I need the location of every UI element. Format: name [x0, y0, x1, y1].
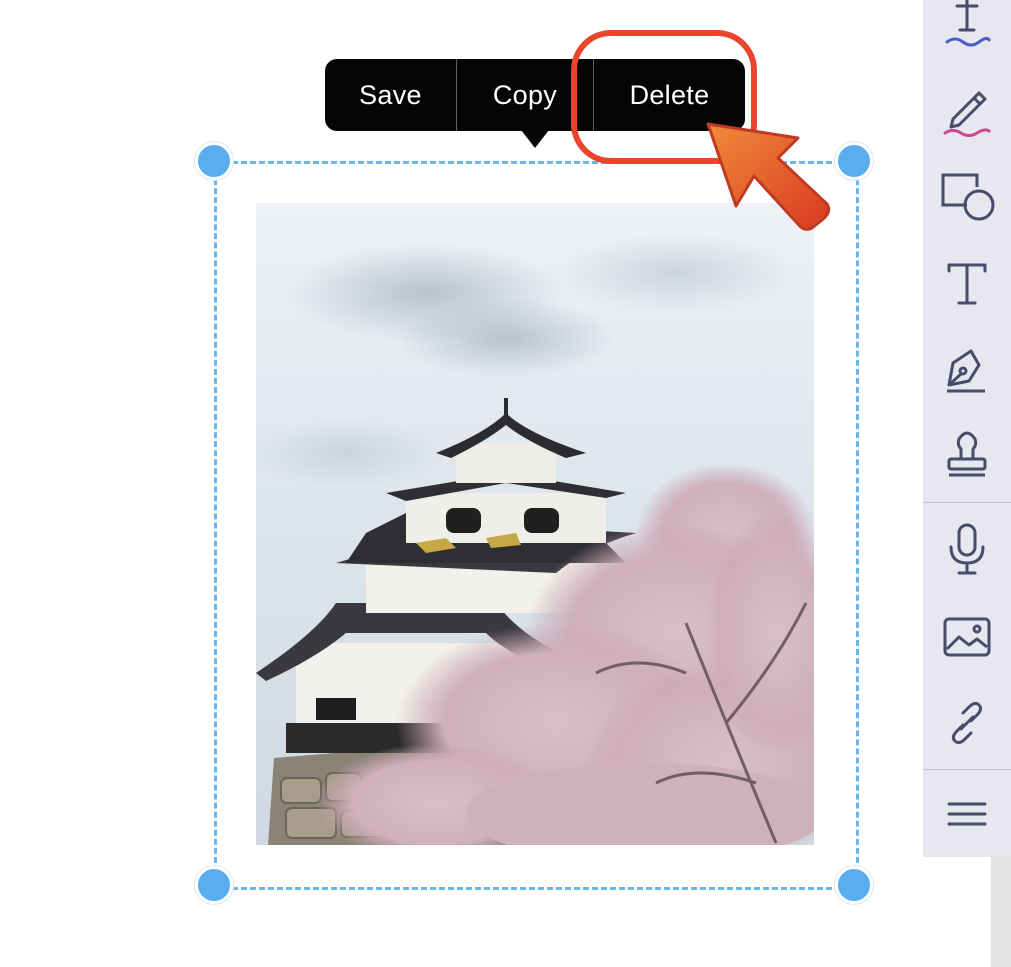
shapes-tool[interactable]	[923, 152, 1011, 238]
audio-tool[interactable]	[923, 506, 1011, 592]
hamburger-icon	[947, 802, 987, 826]
resize-handle-bottom-left[interactable]	[195, 866, 233, 904]
text-tool[interactable]	[923, 240, 1011, 326]
pencil-icon	[943, 91, 991, 137]
image-icon	[943, 617, 991, 657]
signature-pen-icon	[947, 349, 985, 393]
toolbar-divider	[923, 502, 1011, 503]
text-icon	[947, 263, 987, 305]
signature-tool[interactable]	[923, 326, 1011, 412]
context-menu-pointer	[521, 130, 549, 148]
stamp-tool[interactable]	[923, 414, 1011, 500]
toolbar-divider	[923, 769, 1011, 770]
save-button[interactable]: Save	[325, 59, 456, 131]
selected-image[interactable]	[256, 203, 814, 845]
link-tool[interactable]	[923, 680, 1011, 766]
pen-tool[interactable]	[923, 66, 1011, 152]
menu-button[interactable]	[923, 771, 1011, 857]
resize-handle-top-right[interactable]	[835, 142, 873, 180]
shapes-icon	[941, 173, 995, 221]
resize-handle-bottom-right[interactable]	[835, 866, 873, 904]
scrollbar[interactable]	[991, 857, 1011, 967]
text-underline-icon	[945, 0, 991, 47]
microphone-icon	[949, 523, 985, 575]
resize-handle-top-left[interactable]	[195, 142, 233, 180]
text-highlight-tool[interactable]	[923, 0, 1011, 56]
image-tool[interactable]	[923, 594, 1011, 680]
link-icon	[951, 701, 983, 745]
pointer-arrow-icon	[706, 122, 831, 231]
annotation-toolbar	[923, 0, 1011, 857]
stamp-icon	[947, 431, 987, 477]
